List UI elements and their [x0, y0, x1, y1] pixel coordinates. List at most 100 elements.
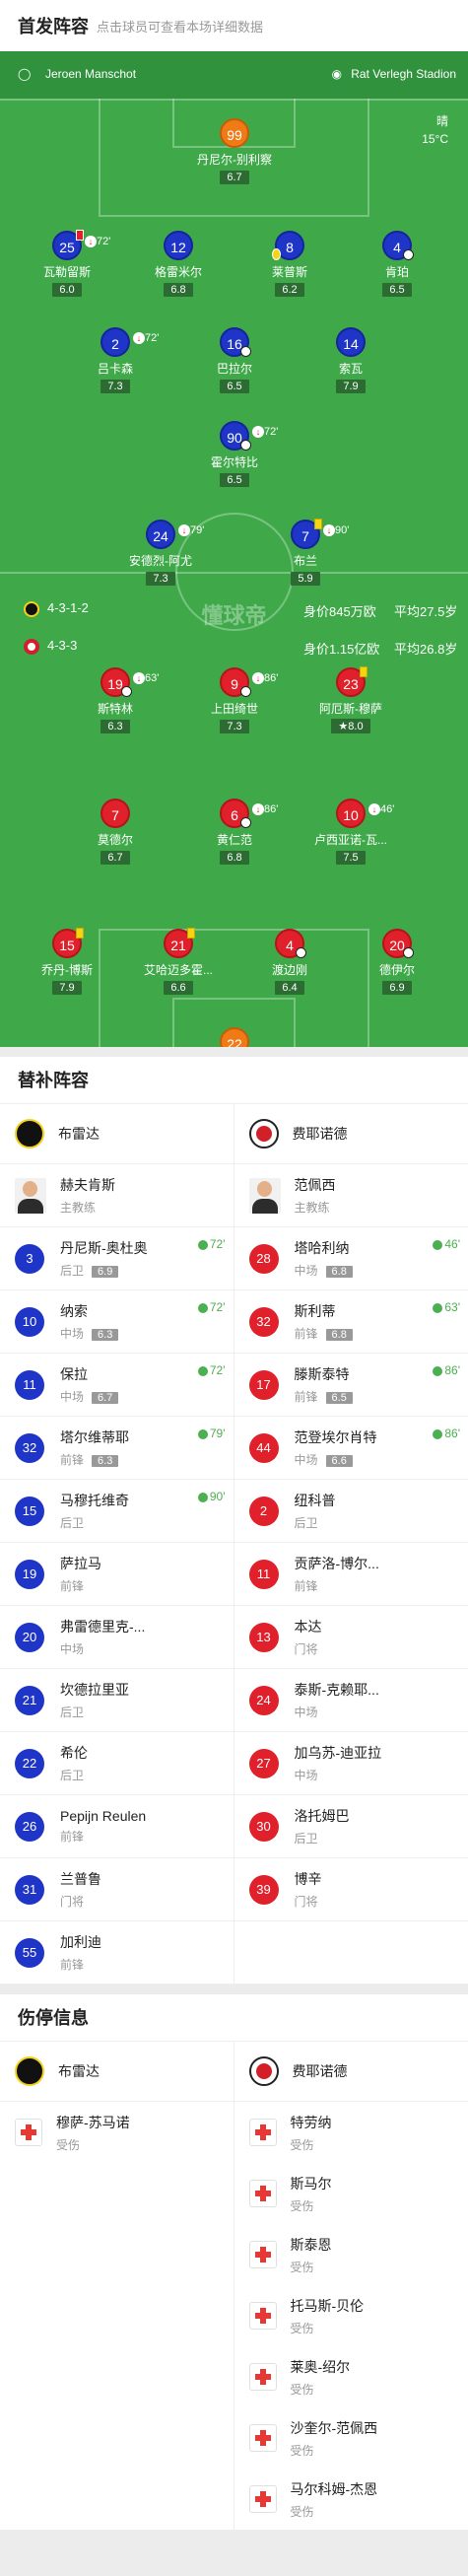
player-7[interactable]: 16 巴拉尔 6.5: [180, 327, 289, 394]
sub-out-time: ↓ 46': [368, 795, 394, 824]
jersey-number: 55: [15, 1937, 44, 1968]
manager-name: Jeroen Manschot: [45, 67, 137, 81]
injured-player[interactable]: 托马斯-贝伦 受伤: [234, 2285, 468, 2346]
player-16[interactable]: 6 ↓ 86' 黄仁范 6.8: [180, 799, 289, 866]
home-sub-player[interactable]: 55 加利迪 前锋: [0, 1921, 234, 1984]
home-sub-player[interactable]: 32 塔尔维蒂耶 前锋 6.3 79': [0, 1417, 234, 1479]
jersey-number: 10 ↓ 46': [336, 799, 394, 828]
away-sub-player[interactable]: 39 博辛 门将: [234, 1858, 468, 1920]
player-name: Pepijn Reulen: [60, 1808, 147, 1824]
player-rating: 7.3: [220, 720, 249, 733]
sub-in-time: 72': [197, 1300, 226, 1314]
sub-in-icon: [197, 1428, 208, 1439]
player-10[interactable]: 24 ↓ 79' 安德烈-阿尤 7.3: [106, 520, 215, 587]
injured-player[interactable]: 马尔科姆-杰恩 受伤: [234, 2469, 468, 2530]
lineup-header: 首发阵容 点击球员可查看本场详细数据: [0, 0, 468, 51]
sub-in-time: 72': [197, 1363, 226, 1377]
sub-out-icon: ↓: [85, 236, 97, 248]
injured-player[interactable]: 斯泰恩 受伤: [234, 2224, 468, 2285]
injured-player[interactable]: 莱奥-绍尔 受伤: [234, 2346, 468, 2407]
home-team: 布雷达: [0, 1104, 234, 1163]
player-rating: 7.3: [100, 380, 130, 393]
home-sub-player[interactable]: 21 坎德拉里亚 后卫: [0, 1669, 234, 1731]
player-22[interactable]: 22魏伦罗伊特6.4: [180, 1027, 289, 1047]
away-sub-player[interactable]: 44 范登埃尔肖特 中场 6.6 86': [234, 1417, 468, 1479]
player-5[interactable]: 4 肯珀 6.5: [343, 231, 451, 298]
player-position: 门将: [294, 1642, 318, 1656]
injured-player[interactable]: 特劳纳 受伤: [234, 2102, 468, 2163]
medical-cross-icon: [248, 2302, 277, 2330]
home-coach[interactable]: 赫夫肯斯 主教练: [0, 1164, 234, 1226]
away-sub-player[interactable]: 17 滕斯泰特 前锋 6.5 86': [234, 1354, 468, 1416]
player-name: 博辛: [294, 1871, 322, 1887]
player-11[interactable]: 7 ↓ 90' 布兰 5.9: [251, 519, 360, 587]
player-rating: 6.7: [92, 1392, 119, 1404]
player-15[interactable]: 7 莫德尔 6.7: [61, 799, 169, 866]
medical-cross-icon: [248, 2424, 277, 2452]
player-4[interactable]: 8 莱普斯 6.2: [235, 231, 344, 298]
home-sub-player[interactable]: 31 兰普鲁 门将: [0, 1858, 234, 1920]
player-name: 穆萨-苏马诺: [56, 2114, 130, 2130]
home-sub-player[interactable]: 20 弗雷德里克-... 中场: [0, 1606, 234, 1668]
player-18[interactable]: 15 乔丹-博斯 7.9: [13, 928, 121, 996]
card-icon: [187, 928, 195, 939]
player-3[interactable]: 12 格雷米尔 6.8: [124, 231, 233, 298]
goal-icon: [296, 947, 306, 958]
jersey-number: 2: [248, 1496, 279, 1526]
away-sub-player[interactable]: 27 加乌苏-迪亚拉 中场: [234, 1732, 468, 1794]
jersey-number: 24 ↓ 79': [146, 520, 204, 549]
away-sub-player[interactable]: 11 贡萨洛-博尔... 前锋: [234, 1543, 468, 1605]
away-sub-player[interactable]: 24 泰斯-克赖耶... 中场: [234, 1669, 468, 1731]
home-sub-player[interactable]: 26 Pepijn Reulen 前锋: [0, 1795, 234, 1857]
home-sub-player[interactable]: 11 保拉 中场 6.7 72': [0, 1354, 234, 1416]
player-13[interactable]: 9 ↓ 86' 上田绮世 7.3: [180, 667, 289, 734]
player-21[interactable]: 20 德伊尔 6.9: [343, 929, 451, 996]
away-coach[interactable]: 范佩西 主教练: [234, 1164, 468, 1226]
player-2[interactable]: 25 ↓ 72' 瓦勒留斯 6.0: [13, 230, 121, 298]
away-sub-player[interactable]: 30 洛托姆巴 后卫: [234, 1795, 468, 1857]
home-sub-player[interactable]: 15 马穆托维奇 后卫 90': [0, 1480, 234, 1542]
away-sub-player[interactable]: 13 本达 门将: [234, 1606, 468, 1668]
sub-out-time: ↓ 86': [252, 663, 278, 693]
away-sub-player[interactable]: 2 纽科普 后卫: [234, 1480, 468, 1542]
sub-in-icon: [197, 1302, 208, 1313]
injured-player[interactable]: 穆萨-苏马诺 受伤: [0, 2102, 234, 2163]
player-17[interactable]: 10 ↓ 46' 卢西亚诺-瓦... 7.5: [297, 799, 405, 866]
player-rating: 6.3: [100, 720, 130, 733]
player-rating: 5.9: [291, 572, 320, 586]
player-9[interactable]: 90 ↓ 72' 霍尔特比 6.5: [180, 421, 289, 488]
away-value: 身价1.15亿欧: [303, 642, 380, 657]
player-position: 中场: [294, 1769, 318, 1782]
player-6[interactable]: 2 ↓ 72' 吕卡森 7.3: [61, 327, 169, 394]
home-sub-player[interactable]: 3 丹尼斯-奥杜奥 后卫 6.9 72': [0, 1227, 234, 1289]
home-sub-player[interactable]: 10 纳索 中场 6.3 72': [0, 1290, 234, 1353]
jersey-number: 9 ↓ 86': [220, 667, 278, 697]
home-sub-player[interactable]: 22 希伦 后卫: [0, 1732, 234, 1794]
player-position: 前锋: [294, 1579, 318, 1593]
player-20[interactable]: 4 渡边刚 6.4: [235, 929, 344, 996]
player-position: 门将: [294, 1895, 318, 1909]
player-8[interactable]: 14 索瓦 7.9: [297, 327, 405, 394]
jersey-number: 19 ↓ 63': [100, 667, 159, 697]
away-sub-player[interactable]: 28 塔哈利纳 中场 6.8 46': [234, 1227, 468, 1289]
injured-player[interactable]: 沙奎尔-范佩西 受伤: [234, 2407, 468, 2469]
player-12[interactable]: 19 ↓ 63' 斯特林 6.3: [61, 667, 169, 734]
home-sub-player[interactable]: 19 萨拉马 前锋: [0, 1543, 234, 1605]
card-icon: [360, 666, 368, 677]
card-icon: [76, 928, 84, 939]
injured-player[interactable]: 斯马尔 受伤: [234, 2163, 468, 2224]
player-position: 后卫: [294, 1832, 318, 1845]
player-rating: 6.2: [275, 283, 304, 297]
sub-out-time: ↓ 72': [133, 323, 159, 353]
injury-status: 受伤: [290, 2260, 314, 2274]
player-rating: 6.9: [92, 1266, 119, 1278]
player-14[interactable]: 23 阿厄斯-穆萨 ★8.0: [297, 666, 405, 734]
player-19[interactable]: 21 艾哈迈多霍... 6.6: [124, 928, 233, 996]
player-name: 加乌苏-迪亚拉: [294, 1745, 382, 1761]
jersey-number: 21: [15, 1685, 44, 1715]
away-sub-player[interactable]: 32 斯利蒂 前锋 6.8 63': [234, 1290, 468, 1353]
player-rating: 6.5: [382, 283, 412, 297]
player-1[interactable]: 99 丹尼尔-别利察 6.7: [180, 118, 289, 185]
player-position: 前锋 6.3: [60, 1451, 129, 1468]
weather: 晴 15°C: [422, 112, 448, 148]
